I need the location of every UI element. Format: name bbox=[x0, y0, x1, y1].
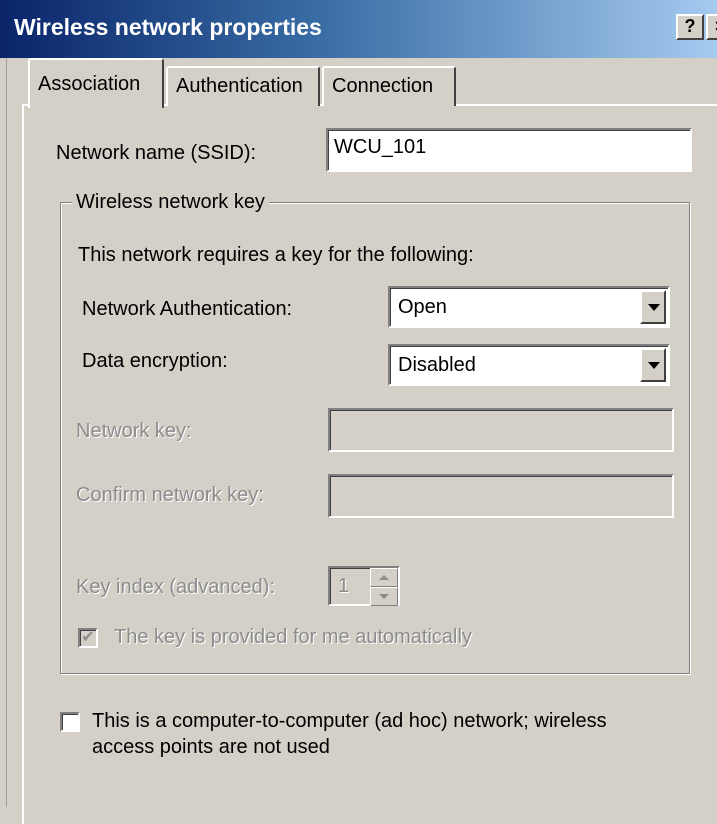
close-button[interactable]: × bbox=[706, 14, 717, 40]
adhoc-checkbox[interactable] bbox=[60, 712, 80, 732]
confirm-key-input[interactable] bbox=[328, 474, 674, 518]
key-index-label: Key index (advanced): bbox=[76, 576, 276, 598]
auth-value: Open bbox=[398, 296, 447, 318]
ssid-label: Network name (SSID): bbox=[56, 142, 257, 164]
encryption-select[interactable]: Disabled bbox=[388, 344, 670, 386]
ssid-input[interactable]: WCU_101 bbox=[326, 128, 692, 172]
auth-select[interactable]: Open bbox=[388, 286, 670, 328]
wireless-key-group-title: Wireless network key bbox=[72, 191, 269, 214]
auto-key-label: The key is provided for me automatically bbox=[114, 626, 472, 648]
spin-up-icon[interactable] bbox=[370, 568, 398, 587]
tab-association[interactable]: Association bbox=[28, 58, 164, 108]
encryption-value: Disabled bbox=[398, 354, 476, 376]
key-description: This network requires a key for the foll… bbox=[78, 244, 474, 266]
spin-down-icon[interactable] bbox=[370, 587, 398, 606]
tab-connection[interactable]: Connection bbox=[322, 66, 456, 106]
network-key-label: Network key: bbox=[76, 420, 192, 442]
network-key-input[interactable] bbox=[328, 408, 674, 452]
chevron-down-icon[interactable] bbox=[640, 290, 666, 324]
help-button[interactable]: ? bbox=[676, 14, 704, 40]
auth-label: Network Authentication: bbox=[82, 298, 293, 320]
confirm-key-label: Confirm network key: bbox=[76, 484, 264, 506]
ssid-value: WCU_101 bbox=[334, 136, 427, 158]
tab-authentication[interactable]: Authentication bbox=[166, 66, 320, 106]
key-index-value: 1 bbox=[338, 575, 350, 597]
auto-key-checkbox[interactable]: ✔ bbox=[78, 628, 98, 648]
adhoc-label-line2: access points are not used bbox=[92, 736, 330, 758]
window-title: Wireless network properties bbox=[14, 14, 322, 40]
adhoc-label-line1: This is a computer-to-computer (ad hoc) … bbox=[92, 710, 607, 732]
key-index-spinner[interactable]: 1 bbox=[328, 566, 400, 606]
encryption-label: Data encryption: bbox=[82, 350, 228, 372]
window-border bbox=[0, 58, 7, 807]
checkmark-icon: ✔ bbox=[81, 629, 95, 646]
chevron-down-icon[interactable] bbox=[640, 348, 666, 382]
